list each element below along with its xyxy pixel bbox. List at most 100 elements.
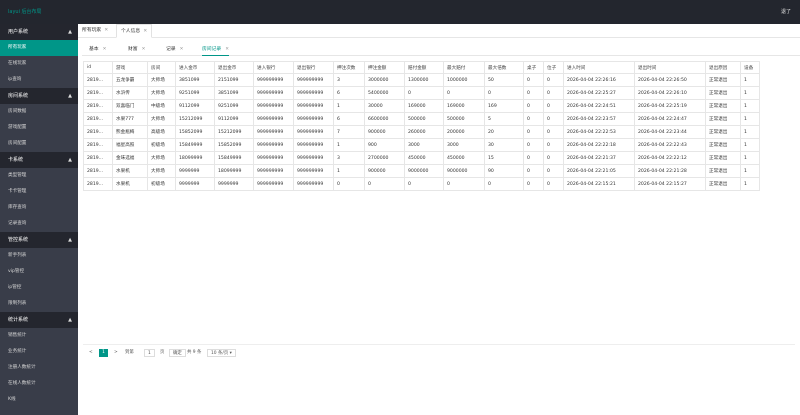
- table-cell: 999999999: [293, 177, 334, 191]
- table-cell: 正常退出: [705, 125, 741, 139]
- subtab-label: 记录: [166, 47, 176, 52]
- sidebar-group-4[interactable]: 统计系统 ▲: [0, 312, 78, 328]
- table-cell: 2026-04-04 22:21:37: [563, 151, 635, 165]
- table-cell: 正常退出: [705, 86, 741, 100]
- table-cell: 2026-04-04 22:23:57: [563, 112, 635, 126]
- subtab-1[interactable]: 财富 ✕: [128, 43, 145, 56]
- table-cell: 0: [523, 164, 544, 178]
- sidebar-item-2-3[interactable]: 记录查询: [0, 216, 78, 232]
- close-icon[interactable]: ✕: [180, 47, 184, 52]
- close-icon[interactable]: ✕: [225, 47, 229, 52]
- table-cell: 2026-04-04 22:21:05: [563, 164, 635, 178]
- table-cell: 0: [404, 86, 444, 100]
- sidebar-group-0[interactable]: 用户系统 ▲: [0, 24, 78, 40]
- sidebar-group-1[interactable]: 房间系统 ▲: [0, 88, 78, 104]
- sidebar-item-1-1[interactable]: 游戏配置: [0, 120, 78, 136]
- table-cell: 0: [543, 164, 564, 178]
- table-cell: 999999999: [293, 86, 334, 100]
- sidebar-item-4-4[interactable]: K线: [0, 392, 78, 408]
- subtab-2[interactable]: 记录 ✕: [166, 43, 183, 56]
- table-row[interactable]: 2819... 五龙争霸 大师场 3851099 2151099 999999999 999…: [83, 73, 760, 87]
- table-cell: 999999999: [253, 138, 294, 152]
- table-cell: 中级场: [147, 99, 176, 113]
- sidebar-item-4-3[interactable]: 在线人数统计: [0, 376, 78, 392]
- table-cell: 900000: [364, 125, 405, 139]
- table-cell: 2026-04-04 22:25:19: [634, 99, 706, 113]
- close-icon[interactable]: ✕: [103, 47, 107, 52]
- subtab-0[interactable]: 基本 ✕: [89, 43, 106, 56]
- table-row[interactable]: 2819... 水浒传 大师场 9251099 3851099 999999999 9999…: [83, 86, 760, 100]
- table-cell: 30: [484, 138, 524, 152]
- sidebar-item-0-2[interactable]: ip查询: [0, 72, 78, 88]
- sidebar-group-2[interactable]: 卡系统 ▲: [0, 152, 78, 168]
- close-icon[interactable]: ✕: [142, 47, 146, 52]
- page-size-select[interactable]: 10 条/页 ▾: [207, 349, 236, 357]
- table-cell: 999999999: [293, 164, 334, 178]
- table-cell: 6: [333, 86, 365, 100]
- table-cell: 1: [333, 164, 365, 178]
- sidebar-item-2-0[interactable]: 类型管理: [0, 168, 78, 184]
- table-cell: 2026-04-04 22:26:16: [563, 73, 635, 87]
- table-cell: 999999999: [293, 151, 334, 165]
- table-row[interactable]: 2819... 水果机 初级场 9999999 9999999 999999999 9999…: [83, 177, 760, 191]
- tab-0[interactable]: 所有玩家 ✕: [78, 24, 112, 38]
- table-cell: 正常退出: [705, 177, 741, 191]
- sidebar-item-2-2[interactable]: 库存查询: [0, 200, 78, 216]
- sidebar-item-3-0[interactable]: 新手列表: [0, 248, 78, 264]
- table-row[interactable]: 2819... 水果机 大师场 9999999 18099999 999999999 999…: [83, 164, 760, 178]
- subtab-3[interactable]: 房间记录 ✕: [202, 43, 229, 56]
- column-header: 押注次数: [333, 61, 365, 74]
- next-page-button[interactable]: >: [114, 349, 118, 357]
- table-cell: 2026-04-04 22:24:51: [563, 99, 635, 113]
- close-icon[interactable]: ✕: [104, 28, 108, 33]
- sidebar-item-3-1[interactable]: vip管控: [0, 264, 78, 280]
- sidebar-group-title: 统计系统: [8, 317, 29, 323]
- sidebar-item-0-0[interactable]: 所有玩家: [0, 40, 78, 56]
- table-cell: 0: [523, 112, 544, 126]
- close-icon[interactable]: ✕: [143, 29, 147, 34]
- sidebar-item-1-2[interactable]: 房间配置: [0, 136, 78, 152]
- chevron-up-icon: ▲: [68, 237, 72, 243]
- table-cell: 0: [543, 86, 564, 100]
- sidebar-item-1-0[interactable]: 房间数据: [0, 104, 78, 120]
- sidebar-item-4-1[interactable]: 业务统计: [0, 344, 78, 360]
- table-cell: 金味选福: [112, 151, 148, 165]
- table-cell: 3000000: [364, 73, 405, 87]
- table-row[interactable]: 2819... 熊金瓶梅 高级场 15852099 15212099 999999999 9…: [83, 125, 760, 139]
- column-header: 房间: [147, 61, 176, 74]
- table-cell: 30000: [364, 99, 405, 113]
- sidebar-item-2-1[interactable]: 卡卡管理: [0, 184, 78, 200]
- column-header: 位子: [543, 61, 564, 74]
- table-cell: 169000: [404, 99, 444, 113]
- table-cell: 0: [523, 125, 544, 139]
- sidebar-item-4-0[interactable]: 销售统计: [0, 328, 78, 344]
- tab-1[interactable]: 个人信息 ✕: [116, 24, 153, 38]
- sidebar-item-4-2[interactable]: 注册人数统计: [0, 360, 78, 376]
- page-1-button[interactable]: 1: [99, 349, 108, 357]
- sidebar-item-0-1[interactable]: 在线玩家: [0, 56, 78, 72]
- table-cell: 999999999: [293, 73, 334, 87]
- sidebar-group-3[interactable]: 管控系统 ▲: [0, 232, 78, 248]
- table-cell: 260000: [404, 125, 444, 139]
- sidebar-item-3-2[interactable]: ip管控: [0, 280, 78, 296]
- table-cell: 1: [740, 151, 760, 165]
- goto-confirm-button[interactable]: 确定: [169, 349, 186, 357]
- logout-link[interactable]: 退了: [781, 0, 791, 24]
- table-cell: 2819...: [83, 151, 113, 165]
- table-cell: 0: [543, 151, 564, 165]
- table-row[interactable]: 2819... 水果777 大师场 15212099 9112099 999999999 9…: [83, 112, 760, 126]
- table-cell: 正常退出: [705, 99, 741, 113]
- table-cell: 3851099: [214, 86, 254, 100]
- table-cell: 2026-04-04 22:26:50: [634, 73, 706, 87]
- table-row[interactable]: 2819... 福星高照 初级场 15849999 15852099 999999999 9…: [83, 138, 760, 152]
- prev-page-button[interactable]: <: [89, 349, 93, 357]
- table-row[interactable]: 2819... 双喜临门 中级场 9112099 9251099 999999999 999…: [83, 99, 760, 113]
- table-cell: 18099999: [214, 164, 254, 178]
- table-cell: 1300000: [404, 73, 444, 87]
- table-cell: 2819...: [83, 86, 113, 100]
- table-cell: 3: [333, 151, 365, 165]
- goto-page-input[interactable]: 1: [144, 349, 155, 357]
- table-cell: 9112099: [175, 99, 215, 113]
- table-row[interactable]: 2819... 金味选福 大师场 18099999 15849999 999999999 9…: [83, 151, 760, 165]
- sidebar-item-3-3[interactable]: 限制列表: [0, 296, 78, 312]
